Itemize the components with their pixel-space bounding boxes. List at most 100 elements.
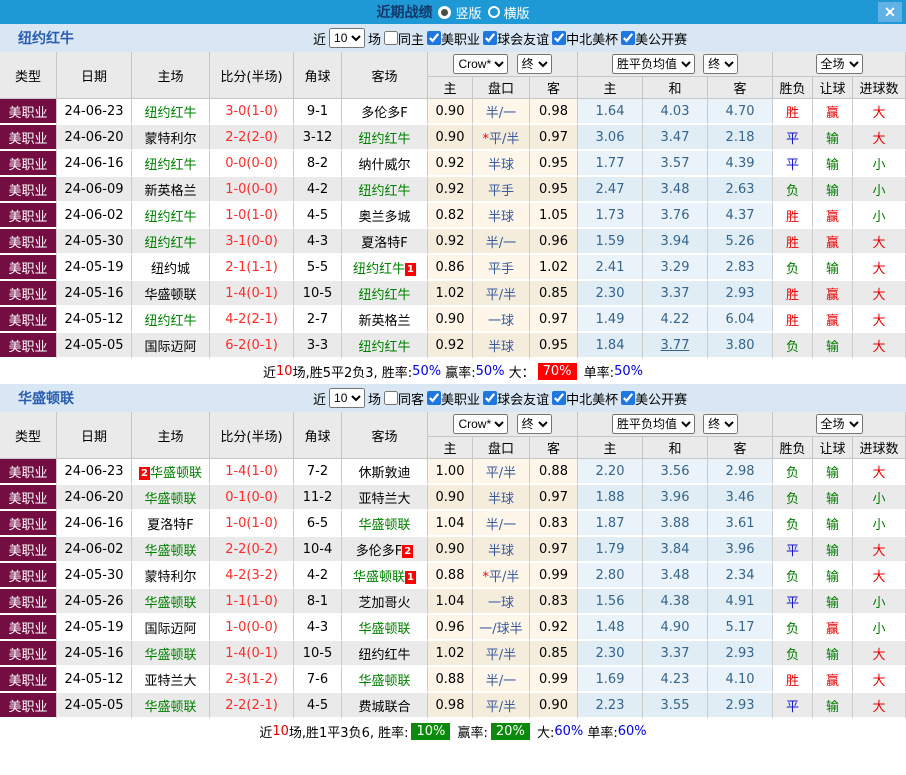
handicap-result-cell: 输 (813, 177, 853, 203)
corners-cell: 2-7 (294, 307, 342, 333)
result-cell: 负 (773, 177, 813, 203)
star-mark: * (483, 132, 490, 147)
same-side-checkbox[interactable]: 同主 (384, 29, 424, 48)
bookmaker-select[interactable]: Crow* (453, 54, 508, 74)
handicap-result-cell: 赢 (813, 99, 853, 125)
filter-bar: 纽约红牛 近 10 场 同主 美职业 球会友谊 中北美杯 美公开赛 (0, 24, 906, 52)
league-checkbox-mls[interactable]: 美职业 (427, 29, 480, 48)
games-label: 场 (368, 29, 381, 48)
league-checkbox-usopen[interactable]: 美公开赛 (621, 29, 687, 48)
table-row: 美职业24-06-16夏洛特F1-0(1-0)6-5华盛顿联1.04半/一0.8… (0, 511, 906, 537)
avg-draw-cell: 3.96 (643, 485, 708, 511)
home-team-cell: 蒙特利尔 (132, 125, 210, 151)
filter-bar: 华盛顿联 近 10 场 同客 美职业 球会友谊 中北美杯 美公开赛 (0, 384, 906, 412)
away-team-cell: 纽约红牛 (342, 125, 428, 151)
avg-draw-cell: 3.84 (643, 537, 708, 563)
period-select[interactable]: 全场 (816, 54, 863, 74)
league-checkbox-usopen[interactable]: 美公开赛 (621, 389, 687, 408)
corners-cell: 9-1 (294, 99, 342, 125)
odds-home-cell: 0.88 (428, 667, 473, 693)
table-row: 美职业24-05-19纽约城2-1(1-1)5-5纽约红牛10.86平手1.02… (0, 255, 906, 281)
view-option-horizontal[interactable]: 横版 (488, 3, 530, 22)
avg-stage-select[interactable]: 终 (703, 54, 738, 74)
odds-home-cell: 0.98 (428, 693, 473, 719)
league-checkbox-friendly[interactable]: 球会友谊 (483, 29, 549, 48)
odds-stage-select[interactable]: 终 (517, 414, 552, 434)
odds-away-cell: 0.88 (530, 459, 578, 485)
avg-away-cell: 4.10 (708, 667, 773, 693)
team-label: 费城联合 (358, 700, 410, 715)
odds-home-cell: 1.02 (428, 281, 473, 307)
goals-cell: 大 (853, 667, 906, 693)
handicap-cell: 半/一 (473, 667, 530, 693)
summary-segment: 10 (272, 724, 289, 739)
avg-home-cell: 2.47 (578, 177, 643, 203)
same-side-checkbox[interactable]: 同客 (384, 389, 424, 408)
table-row: 美职业24-05-30纽约红牛3-1(0-0)4-3夏洛特F0.92半/一0.9… (0, 229, 906, 255)
match-count-select[interactable]: 10 (329, 28, 365, 48)
team-label: 纽约红牛 (358, 184, 410, 199)
odds-home-cell: 0.92 (428, 229, 473, 255)
league-label: 中北美杯 (566, 389, 618, 408)
goals-cell: 大 (853, 281, 906, 307)
avg-draw-cell: 3.57 (643, 151, 708, 177)
section-newyork-redbulls: 纽约红牛 近 10 场 同主 美职业 球会友谊 中北美杯 美公开赛 类型 日期 (0, 24, 906, 384)
result-cell: 负 (773, 615, 813, 641)
score-cell: 2-2(2-0) (210, 125, 294, 151)
avg-odds-header: 胜平负均值 终 (578, 412, 773, 437)
league-checkbox-friendly[interactable]: 球会友谊 (483, 389, 549, 408)
close-button[interactable]: ✕ (878, 2, 902, 22)
league-label: 中北美杯 (566, 29, 618, 48)
home-team-cell: 国际迈阿 (132, 333, 210, 359)
odds-away-cell: 0.98 (530, 99, 578, 125)
summary-segment: 赢率: (453, 722, 488, 741)
sub-col-avg-away: 客 (708, 437, 773, 459)
home-team-cell: 华盛顿联 (132, 485, 210, 511)
odds-stage-select[interactable]: 终 (517, 54, 552, 74)
team-label: 芝加哥火 (358, 596, 410, 611)
avg-draw-cell: 4.22 (643, 307, 708, 333)
handicap-result-cell: 输 (813, 589, 853, 615)
team-label: 夏洛特F (361, 236, 407, 251)
odds-away-cell: 0.85 (530, 281, 578, 307)
odds-home-cell: 0.92 (428, 177, 473, 203)
away-team-cell: 新英格兰 (342, 307, 428, 333)
avg-odds-select[interactable]: 胜平负均值 (612, 54, 695, 74)
corners-cell: 8-1 (294, 589, 342, 615)
league-checkbox-concacaf[interactable]: 中北美杯 (552, 29, 618, 48)
view-option-vertical[interactable]: 竖版 (438, 3, 481, 22)
radio-unselected-icon[interactable] (488, 6, 500, 18)
league-cell: 美职业 (0, 511, 57, 537)
period-select[interactable]: 全场 (816, 414, 863, 434)
handicap-result-cell: 输 (813, 459, 853, 485)
sub-col-home-odds: 主 (428, 77, 473, 99)
avg-home-cell: 1.49 (578, 307, 643, 333)
corners-cell: 6-5 (294, 511, 342, 537)
date-cell: 24-05-19 (57, 615, 132, 641)
date-cell: 24-05-12 (57, 667, 132, 693)
near-label: 近 (313, 389, 326, 408)
odds-home-cell: 0.90 (428, 125, 473, 151)
match-count-select[interactable]: 10 (329, 388, 365, 408)
corners-cell: 4-5 (294, 693, 342, 719)
league-checkbox-concacaf[interactable]: 中北美杯 (552, 389, 618, 408)
avg-stage-select[interactable]: 终 (703, 414, 738, 434)
avg-odds-select[interactable]: 胜平负均值 (612, 414, 695, 434)
handicap-cell: 半球 (473, 333, 530, 359)
odds-away-cell: 0.95 (530, 177, 578, 203)
team-label: 华盛顿联 (144, 700, 196, 715)
bookmaker-select[interactable]: Crow* (453, 414, 508, 434)
date-cell: 24-06-02 (57, 203, 132, 229)
goals-cell: 小 (853, 511, 906, 537)
league-cell: 美职业 (0, 641, 57, 667)
corners-cell: 3-12 (294, 125, 342, 151)
sub-col-avg-draw: 和 (643, 77, 708, 99)
avg-draw-cell: 4.03 (643, 99, 708, 125)
handicap-cell: 半/一 (473, 99, 530, 125)
league-checkbox-mls[interactable]: 美职业 (427, 389, 480, 408)
radio-selected-icon[interactable] (438, 6, 451, 19)
avg-home-cell: 1.69 (578, 667, 643, 693)
period-header: 全场 (773, 412, 906, 437)
home-team-cell: 华盛顿联 (132, 641, 210, 667)
odds-away-cell: 0.85 (530, 641, 578, 667)
